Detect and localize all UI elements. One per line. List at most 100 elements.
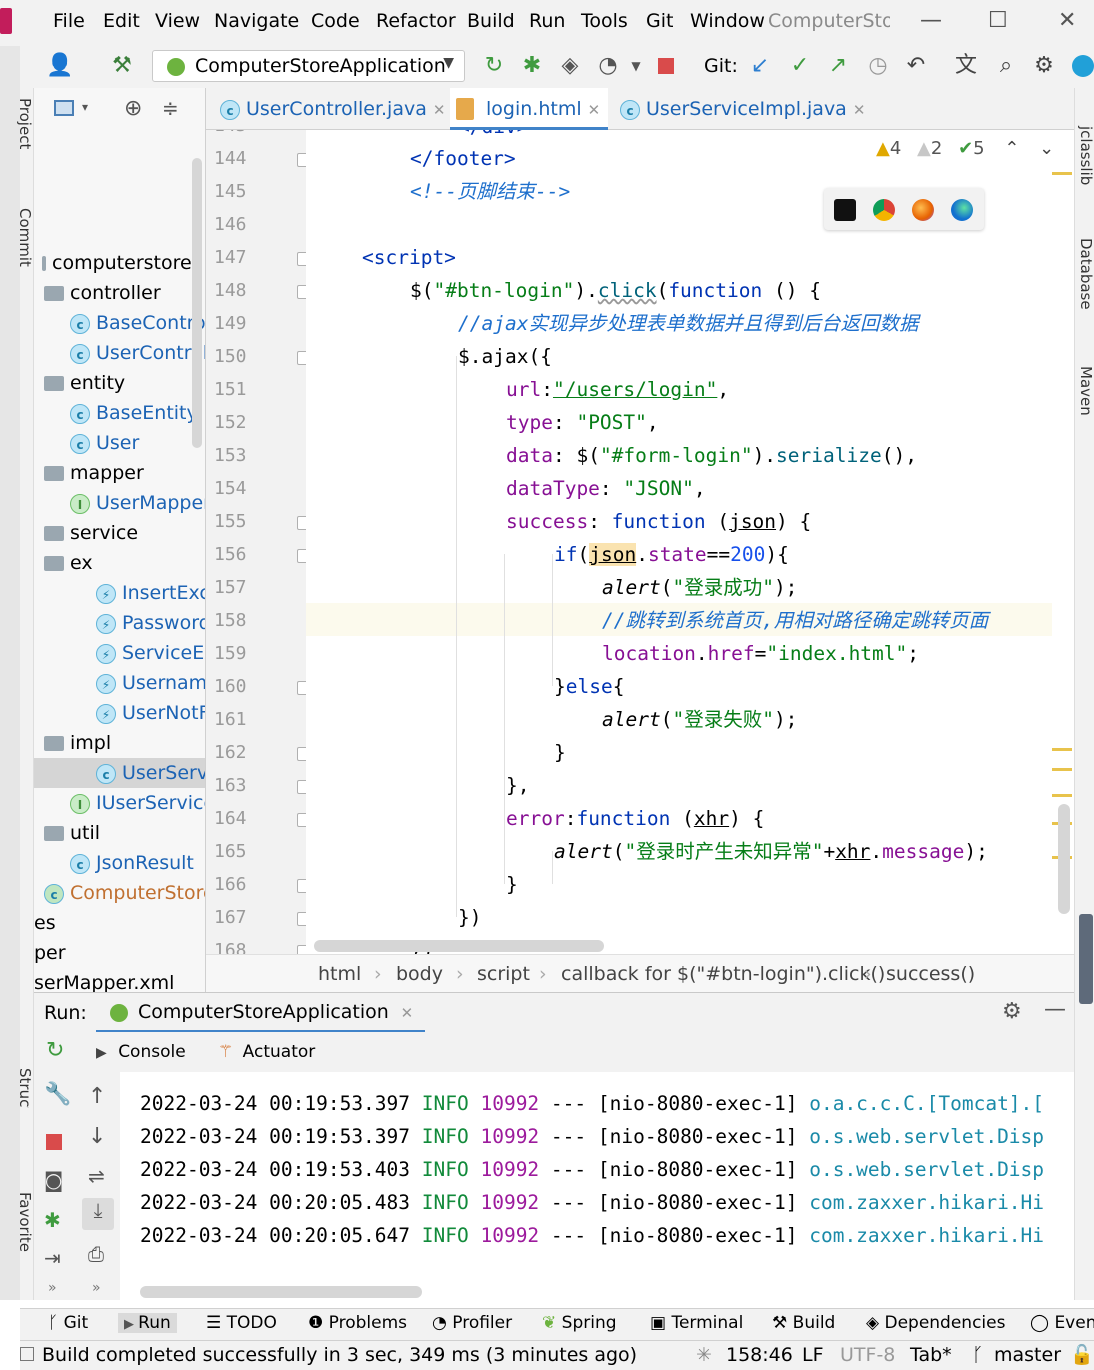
tree-item-folder[interactable]: ⌄ex (34, 548, 205, 578)
fold-marker-icon[interactable] (297, 780, 306, 794)
tree-item-folder[interactable]: ⌄impl (34, 728, 205, 758)
close-icon[interactable]: ✕ (401, 1004, 414, 1022)
exit-icon[interactable]: ⇥ (44, 1246, 61, 1270)
commit-tool-tab[interactable]: Commit (16, 208, 34, 268)
fold-marker-icon[interactable] (297, 681, 306, 695)
arrow-down-icon[interactable]: ↓ (88, 1124, 106, 1149)
caret-position[interactable]: 158:46 (726, 1341, 793, 1369)
tree-item-interface[interactable]: I UserMapper (34, 488, 205, 518)
fold-marker-icon[interactable] (297, 813, 306, 827)
breadcrumb-success[interactable]: success() (886, 955, 975, 993)
fold-marker-icon[interactable] (297, 351, 306, 365)
tool-tab-dependencies[interactable]: ◈ Dependencies (866, 1313, 1005, 1333)
scroll-to-end-icon[interactable]: ⤓ (82, 1198, 114, 1230)
menu-code[interactable]: Code (311, 10, 360, 32)
tree-item-class[interactable]: c UserControll (34, 338, 205, 368)
more-run-icon[interactable]: ▼ (622, 54, 650, 78)
menu-file[interactable]: File (53, 10, 85, 32)
intellij-browser-icon[interactable] (834, 199, 856, 221)
user-icon[interactable]: 👤 (46, 54, 74, 78)
rollback-icon[interactable]: ↶ (902, 54, 930, 78)
tree-item-text[interactable]: serMapper.xml (34, 968, 205, 992)
console-scrollbar[interactable] (140, 1286, 422, 1298)
fold-marker-icon[interactable] (297, 252, 306, 266)
menu-view[interactable]: View (155, 10, 200, 32)
git-branch[interactable]: master (994, 1341, 1061, 1369)
warning-mark[interactable] (1052, 172, 1072, 175)
git-push-icon[interactable]: ↗ (824, 54, 852, 78)
prev-highlight-icon[interactable]: ⌃ (1004, 138, 1019, 159)
locate-icon[interactable]: ⊕ (124, 96, 142, 121)
fold-marker-icon[interactable] (297, 747, 306, 761)
tree-item-text[interactable]: per (34, 938, 205, 968)
maximize-icon[interactable]: ☐ (988, 8, 1008, 33)
jclasslib-tool-tab[interactable]: jclasslib (1077, 126, 1094, 185)
print-icon[interactable]: ⎙ (88, 1242, 104, 1266)
firefox-icon[interactable] (912, 199, 934, 221)
menu-git[interactable]: Git (646, 10, 673, 32)
close-window-icon[interactable]: ✕ (1058, 8, 1076, 33)
soft-wrap-icon[interactable]: ⇌ (88, 1164, 105, 1188)
line-separator[interactable]: LF (802, 1341, 824, 1369)
tool-tab-events[interactable]: ◯ Even (1030, 1313, 1094, 1333)
tree-item-folder[interactable]: entity (34, 368, 205, 398)
fold-marker-icon[interactable] (297, 879, 306, 893)
run-tab-app[interactable]: ComputerStoreApplication ✕ (96, 993, 426, 1033)
dropdown-icon[interactable]: ▾ (82, 100, 88, 114)
edge-icon[interactable] (951, 199, 973, 221)
tree-item-folder[interactable]: util (34, 818, 205, 848)
code-editor[interactable]: </div> </footer> <!--页脚结束--> <script> $(… (306, 130, 1052, 954)
menu-edit[interactable]: Edit (103, 10, 140, 32)
tree-item-folder[interactable]: controller (34, 278, 205, 308)
fold-marker-icon[interactable] (297, 549, 306, 563)
collapse-all-icon[interactable]: ≑ (162, 96, 179, 120)
menu-window[interactable]: Window (690, 10, 765, 32)
tool-tab-git[interactable]: ᚴ Git (48, 1313, 88, 1333)
minimize-icon[interactable]: — (920, 8, 942, 33)
tool-tab-spring[interactable]: ❦ Spring (542, 1313, 617, 1333)
translate-icon[interactable]: 文 (952, 54, 980, 78)
search-icon[interactable]: ⌕ (992, 54, 1020, 78)
git-update-icon[interactable]: ↙ (746, 54, 774, 78)
tree-item-exception[interactable]: ⚡ Password (34, 608, 205, 638)
tab-actuator[interactable]: ⚚ Actuator (218, 1032, 315, 1072)
menu-refactor[interactable]: Refactor (376, 10, 456, 32)
vertical-scrollbar[interactable] (1058, 804, 1070, 914)
file-encoding[interactable]: UTF-8 (840, 1341, 895, 1369)
close-icon[interactable]: ✕ (433, 101, 446, 119)
debug-icon[interactable]: ✱ (518, 54, 546, 78)
tree-item-exception[interactable]: ⚡ Usernam (34, 668, 205, 698)
hide-icon[interactable]: — (1044, 997, 1066, 1022)
tool-tab-build[interactable]: ⚒ Build (772, 1313, 835, 1333)
tab-user-service-impl[interactable]: c UserServiceImpl.java ✕ (620, 88, 865, 130)
gear-icon[interactable]: ⚙ (1030, 54, 1058, 78)
menu-navigate[interactable]: Navigate (214, 10, 299, 32)
tree-item-class[interactable]: c User (34, 428, 205, 458)
database-tool-tab[interactable]: Database (1077, 238, 1094, 310)
inspection-widget[interactable]: ▲4 ▲2 ✔5 ⌃ ⌄ (876, 138, 1054, 159)
warning-mark[interactable] (1052, 768, 1072, 771)
run-config-select[interactable]: ComputerStoreApplication ▼ (152, 50, 465, 82)
tree-item-class[interactable]: c UserServi (34, 758, 205, 788)
tab-user-controller[interactable]: c UserController.java ✕ (220, 88, 445, 130)
history-icon[interactable]: ◷ (864, 54, 892, 78)
close-icon[interactable]: ✕ (588, 101, 601, 119)
tree-item-exception[interactable]: ⚡ UserNotF (34, 698, 205, 728)
rerun-icon[interactable]: ↻ (480, 54, 508, 78)
favorites-tool-tab[interactable]: Favorites (16, 1192, 34, 1252)
stop-icon[interactable] (46, 1134, 62, 1150)
tool-tab-profiler[interactable]: ◔ Profiler (432, 1313, 512, 1333)
tab-console[interactable]: ▶ Console (96, 1032, 186, 1072)
warning-mark[interactable] (1052, 748, 1072, 751)
maven-tool-tab[interactable]: Maven (1077, 366, 1094, 416)
menu-build[interactable]: Build (467, 10, 515, 32)
breadcrumb-callback[interactable]: callback for $("#btn-login").click() (561, 955, 885, 993)
project-tool-tab[interactable]: Project (16, 98, 34, 158)
hammer-icon[interactable]: ⚒ (108, 54, 136, 78)
tool-tab-problems[interactable]: ❶ Problems (308, 1313, 407, 1333)
git-commit-icon[interactable]: ✓ (786, 54, 814, 78)
status-message[interactable]: Build completed successfully in 3 sec, 3… (42, 1341, 637, 1369)
rerun-icon[interactable]: ↻ (46, 1038, 64, 1063)
structure-tool-tab[interactable]: Structure (16, 1068, 34, 1108)
menu-tools[interactable]: Tools (581, 10, 628, 32)
